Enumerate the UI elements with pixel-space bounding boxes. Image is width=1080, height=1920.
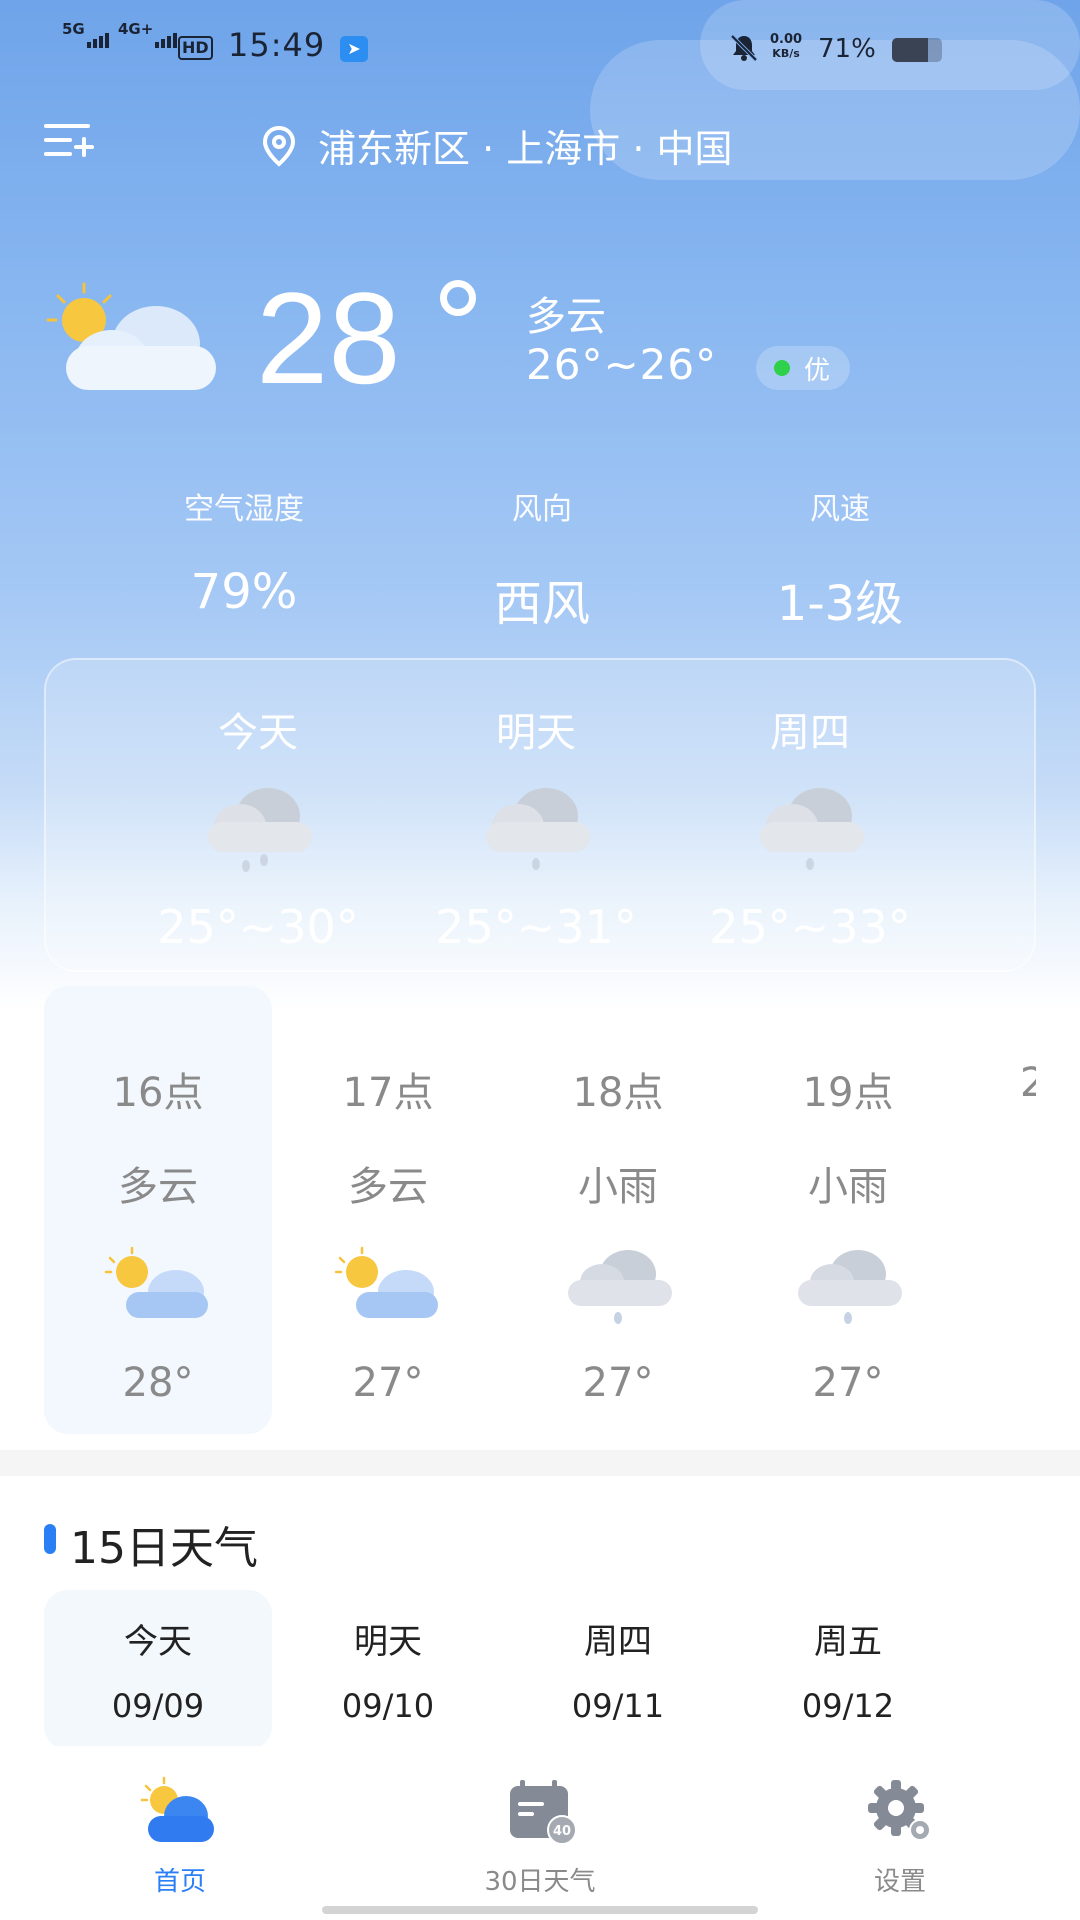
day-name: 周四 — [584, 1622, 652, 1662]
menu-add-icon[interactable] — [44, 120, 94, 160]
hourly-item[interactable]: 19点 小雨 27° — [734, 1060, 962, 1406]
hour-condition: 小雨 — [808, 1164, 888, 1210]
light-rain-icon — [568, 1250, 672, 1324]
status-bar: 5G 4G+ HD 15:49 ➤ 0.00 KB/s 71% — [0, 0, 1080, 100]
stat-label: 风速 — [810, 492, 870, 527]
hourly-item[interactable]: 18点 小雨 27° — [504, 1060, 732, 1406]
light-rain-icon — [486, 788, 590, 870]
hour-temp: 27° — [582, 1360, 654, 1406]
location-selector[interactable]: 浦东新区 · 上海市 · 中国 — [258, 118, 732, 173]
hour-temp: 27° — [352, 1360, 424, 1406]
fifteen-day-item[interactable]: 明天 09/10 — [274, 1614, 502, 1725]
air-quality-badge[interactable]: 优 — [756, 346, 851, 390]
stat-wind-speed: 风速 1-3级 — [690, 484, 990, 634]
day-date: 09/10 — [341, 1687, 435, 1725]
three-day-forecast-card[interactable]: 今天 25°~30° 明天 25°~31° 周四 25°~33° — [44, 658, 1036, 972]
hour-condition: 多云 — [348, 1164, 428, 1210]
nav-home[interactable]: 首页 — [70, 1776, 290, 1898]
hourly-item[interactable]: 17点 多云 27° — [274, 1060, 502, 1406]
forecast-range: 25°~33° — [709, 900, 911, 954]
day-name: 明天 — [354, 1622, 422, 1662]
fifteen-day-title: 15日天气 — [70, 1523, 258, 1574]
network-speed: 0.00 KB/s — [770, 32, 803, 61]
forecast-range: 25°~30° — [157, 900, 359, 954]
light-rain-icon — [798, 1250, 902, 1324]
current-condition: 多云 — [526, 294, 606, 340]
location-pin-icon — [262, 125, 296, 167]
hd-icon: HD — [178, 36, 213, 60]
day-name: 今天 — [124, 1622, 192, 1662]
home-weather-icon — [140, 1776, 214, 1842]
bottom-navigation: 首页 40 30日天气 设置 — [0, 1746, 1080, 1920]
light-rain-icon — [760, 788, 864, 870]
forecast-day-thursday[interactable]: 周四 25°~33° — [660, 700, 960, 954]
aqi-dot-icon — [774, 360, 790, 376]
battery-percent: 71% — [818, 34, 876, 64]
day-date: 09/11 — [571, 1687, 665, 1725]
partly-cloudy-icon — [104, 1246, 208, 1318]
settings-gear-icon — [868, 1780, 931, 1841]
nav-30-day[interactable]: 40 30日天气 — [430, 1776, 650, 1898]
hour-label: 17点 — [342, 1070, 434, 1116]
section-divider — [0, 1450, 1080, 1476]
hourly-item[interactable]: 16点 多云 28° — [44, 1060, 272, 1406]
hour-label: 18点 — [572, 1070, 664, 1116]
calendar-badge-text: 40 — [553, 1824, 571, 1839]
fifteen-day-item[interactable]: 周五 09/12 — [734, 1614, 962, 1725]
stat-humidity: 空气湿度 79% — [94, 484, 394, 620]
stat-wind-direction: 风向 西风 — [392, 484, 692, 634]
fifteen-day-item[interactable]: 周四 09/11 — [504, 1614, 732, 1725]
hour-temp: 28° — [122, 1360, 194, 1406]
home-indicator[interactable] — [322, 1906, 758, 1914]
forecast-day-tomorrow[interactable]: 明天 25°~31° — [386, 700, 686, 954]
forecast-day-today[interactable]: 今天 25°~30° — [108, 700, 408, 954]
aqi-label: 优 — [804, 355, 831, 386]
forecast-day-name: 今天 — [218, 710, 298, 756]
forecast-day-name: 周四 — [770, 710, 850, 756]
day-date: 09/12 — [801, 1687, 895, 1725]
signal-5g: 5G — [62, 20, 109, 48]
degree-symbol — [440, 280, 476, 316]
nav-settings[interactable]: 设置 — [790, 1776, 1010, 1898]
nav-30-day-label: 30日天气 — [484, 1867, 596, 1897]
nav-settings-label: 设置 — [873, 1867, 926, 1897]
partly-cloudy-icon — [334, 1246, 438, 1318]
hour-label: 19点 — [802, 1070, 894, 1116]
hour-label: 16点 — [112, 1070, 204, 1116]
clock: 15:49 — [228, 26, 326, 64]
light-rain-icon — [208, 788, 312, 872]
stat-label: 空气湿度 — [184, 492, 304, 527]
app-notification-icon: ➤ — [340, 36, 368, 62]
day-name: 周五 — [814, 1622, 882, 1662]
day-date: 09/09 — [111, 1687, 205, 1725]
calendar-40-icon: 40 — [510, 1780, 577, 1845]
forecast-day-name: 明天 — [496, 710, 576, 756]
mute-bell-icon — [730, 34, 758, 62]
nav-home-label: 首页 — [153, 1867, 206, 1897]
hour-condition: 多云 — [118, 1164, 198, 1210]
stat-value: 79% — [190, 564, 298, 620]
stat-label: 风向 — [512, 492, 572, 527]
current-range: 26°~26° — [526, 340, 718, 389]
hourly-item-partial[interactable]: 2 — [1020, 1060, 1036, 1440]
partly-cloudy-icon — [46, 282, 216, 390]
battery-icon — [892, 38, 942, 62]
stat-value: 1-3级 — [776, 576, 904, 632]
stat-value: 西风 — [493, 576, 590, 632]
hour-condition: 小雨 — [578, 1164, 658, 1210]
location-text: 浦东新区 · 上海市 · 中国 — [318, 127, 733, 171]
current-temperature: 28 — [256, 265, 401, 411]
fifteen-day-item[interactable]: 今天 09/09 — [44, 1614, 272, 1725]
hour-temp: 27° — [812, 1360, 884, 1406]
forecast-range: 25°~31° — [435, 900, 637, 954]
section-marker — [44, 1524, 56, 1554]
signal-4g: 4G+ — [118, 20, 178, 48]
